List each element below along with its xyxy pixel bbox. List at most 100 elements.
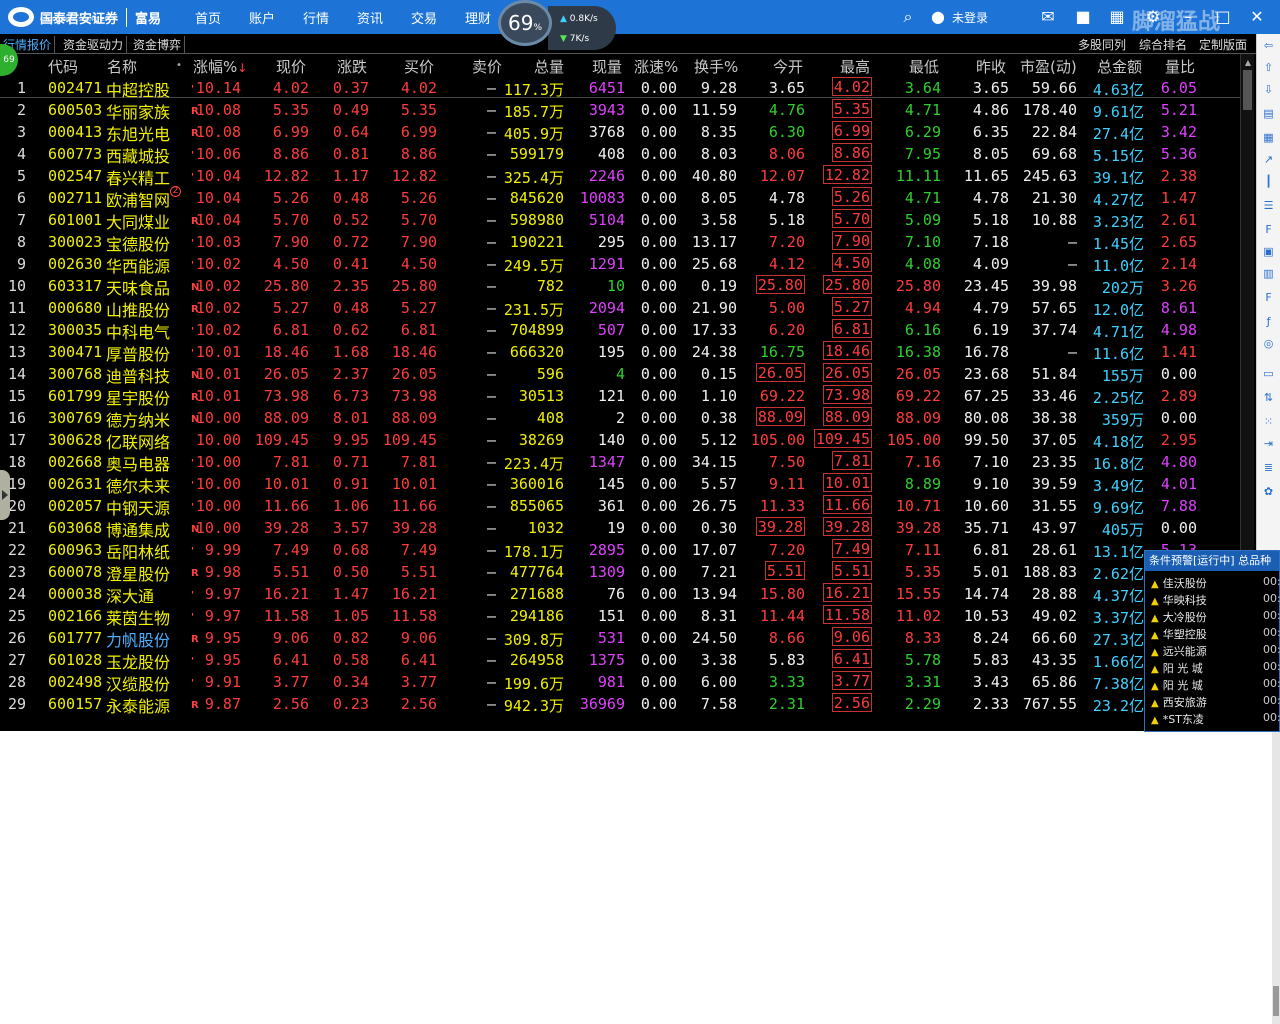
menu-wealth[interactable]: 理财 [465, 8, 491, 27]
table-row[interactable]: 10 603317 天味食品 N 10.02 25.80 2.35 25.80–782 10 0.… [0, 274, 1240, 298]
left-panel-toggle[interactable] [0, 470, 10, 520]
menu-news[interactable]: 资讯 [357, 8, 383, 27]
alert-item[interactable]: ▲ 大冷股份 00: [1151, 609, 1280, 625]
col-change-pct[interactable]: 涨幅%↓ [193, 56, 247, 77]
table-row[interactable]: 23 600078 澄星股份 R 9.98 5.51 0.50 5.51–477764 1309… [0, 560, 1240, 584]
table-row[interactable]: 2 600503 华丽家族 R 10.08 5.35 0.49 5.35–185.7万 3943… [0, 98, 1240, 122]
export-icon[interactable]: ⇥ [1260, 436, 1277, 452]
col-turnover[interactable]: 换手% [694, 56, 738, 77]
table-row[interactable]: 3 000413 东旭光电 R 10.08 6.99 0.64 6.99–405.9万 3768… [0, 120, 1240, 144]
document-icon[interactable]: ▥ [1260, 266, 1277, 282]
table-row[interactable]: 9 002630 华西能源 ' 10.02 4.50 0.41 4.50–249.5万 1291… [0, 252, 1240, 276]
col-code[interactable]: 代码 [48, 56, 78, 77]
line-chart-icon[interactable]: ↗ [1260, 152, 1277, 168]
down-arrow-icon[interactable]: ⇩ [1260, 82, 1277, 98]
search-icon[interactable]: ⌕ [898, 7, 918, 27]
table-row[interactable]: 13 300471 厚普股份 ' 10.01 18.46 1.68 18.46–666320 1… [0, 340, 1240, 364]
table-row[interactable]: 6 002711 欧浦智网 2 10.04 5.26 0.48 5.26–845620 1008… [0, 186, 1240, 210]
list-icon[interactable]: ☰ [1260, 198, 1277, 214]
alert-item[interactable]: ▲ 华映科技 00: [1151, 592, 1280, 608]
folder-icon[interactable]: ▭ [1260, 366, 1277, 382]
table-row[interactable]: 18 002668 奥马电器 ' 10.00 7.81 0.71 7.81–223.4万 134… [0, 450, 1240, 474]
table-row[interactable]: 15 601799 星宇股份 R 10.01 73.98 6.73 73.98–30513 12… [0, 384, 1240, 408]
info-icon[interactable]: ▣ [1260, 244, 1277, 260]
col-price[interactable]: 现价 [276, 56, 306, 77]
lock-icon[interactable]: ■ [1073, 7, 1093, 27]
maximize-icon[interactable]: □ [1213, 7, 1233, 27]
report-icon[interactable]: ▤ [1260, 106, 1277, 122]
minimize-icon[interactable]: – [1178, 7, 1198, 27]
table-row[interactable]: 20 002057 中钢天源 ' 10.00 11.66 1.06 11.66–855065 3… [0, 494, 1240, 518]
table-row[interactable]: 11 000680 山推股份 R 10.02 5.27 0.48 5.27–231.5万 209… [0, 296, 1240, 320]
alert-item[interactable]: ▲ 阳 光 城 00: [1151, 660, 1280, 676]
col-low[interactable]: 最低 [909, 56, 939, 77]
tab-fund-drive[interactable]: 资金驱动力 [60, 36, 128, 53]
col-cur-volume[interactable]: 现量 [592, 56, 622, 77]
table-row[interactable]: 8 300023 宝德股份 ' 10.03 7.90 0.72 7.90–190221 295 0… [0, 230, 1240, 254]
network-gauge[interactable]: 69% [498, 0, 552, 46]
table-row[interactable]: 16 300769 德方纳米 N 10.00 88.09 8.01 88.09–408 2 0.0… [0, 406, 1240, 430]
function-icon[interactable]: ƒ [1260, 314, 1277, 330]
stack-icon[interactable]: ≣ [1260, 460, 1277, 476]
table-row[interactable]: 7 601001 大同煤业 R 10.04 5.70 0.52 5.70–598980 5104… [0, 208, 1240, 232]
close-icon[interactable]: ✕ [1247, 7, 1267, 27]
table-row[interactable]: 19 002631 德尔未来 ' 10.00 10.01 0.91 10.01–360016 1… [0, 472, 1240, 496]
menu-home[interactable]: 首页 [195, 8, 221, 27]
scroll-up-icon[interactable]: ▲ [1242, 56, 1254, 70]
col-amount[interactable]: 总金额 [1097, 56, 1142, 77]
f12-icon[interactable]: F [1260, 290, 1277, 306]
mail-icon[interactable]: ✉ [1038, 7, 1058, 27]
tab-fund-game[interactable]: 资金博弈 [130, 36, 186, 53]
page-scrollbar[interactable] [1272, 730, 1280, 1024]
table-row[interactable]: 22 600963 岳阳林纸 ' 9.99 7.49 0.68 7.49–178.1万 2895… [0, 538, 1240, 562]
col-speed[interactable]: 涨速% [634, 56, 678, 77]
col-high[interactable]: 最高 [840, 56, 870, 77]
table-row[interactable]: 14 300768 迪普科技 N 10.01 26.05 2.37 26.05–596 4 0.0… [0, 362, 1240, 386]
table-row[interactable]: 27 601028 玉龙股份 ' 9.95 6.41 0.58 6.41–264958 1375… [0, 648, 1240, 672]
table-row[interactable]: 29 600157 永泰能源 R 9.87 2.56 0.23 2.56 –942.3万 3696… [0, 692, 1240, 716]
grid-dots-icon[interactable]: ⁙ [1260, 414, 1277, 430]
col-open[interactable]: 今开 [773, 56, 803, 77]
flower-icon[interactable]: ✿ [1260, 484, 1277, 500]
up-arrow-icon[interactable]: ⇧ [1260, 60, 1277, 76]
alert-item[interactable]: ▲ *ST东凌 00: [1151, 711, 1280, 727]
table-row[interactable]: 25 002166 莱茵生物 ' 9.97 11.58 1.05 11.58–294186 15… [0, 604, 1240, 628]
scroll-thumb[interactable] [1243, 70, 1252, 110]
table-row[interactable]: 12 300035 中科电气 ' 10.02 6.81 0.62 6.81–704899 507… [0, 318, 1240, 342]
alert-item[interactable]: ▲ 西安旅游 00: [1151, 694, 1280, 710]
col-bid[interactable]: 买价 [404, 56, 434, 77]
user-icon[interactable]: ● [928, 7, 948, 27]
alert-item[interactable]: ▲ 华塑控股 00: [1151, 626, 1280, 642]
tab-multi-stock[interactable]: 多股同列 [1078, 36, 1126, 53]
tab-custom-layout[interactable]: 定制版面 [1199, 36, 1247, 53]
table-row[interactable]: 4 600773 西藏城投 ' 10.06 8.86 0.81 8.86–599179 408 0… [0, 142, 1240, 166]
alert-item[interactable]: ▲ 阳 光 城 00: [1151, 677, 1280, 693]
transfer-icon[interactable]: ⇅ [1260, 390, 1277, 406]
page-scroll-thumb[interactable] [1273, 986, 1279, 1016]
table-row[interactable]: 24 000038 深大通 ' 9.97 16.21 1.47 16.21–271688 76 0… [0, 582, 1240, 606]
f10-icon[interactable]: F [1260, 222, 1277, 238]
col-prev-close[interactable]: 昨收 [976, 56, 1006, 77]
table-row[interactable]: 26 601777 力帆股份 R 9.95 9.06 0.82 9.06–309.8万 531 0… [0, 626, 1240, 650]
back-arrow-icon[interactable]: ⇦ [1260, 38, 1277, 54]
table-row[interactable]: 1 002471 中超控股 ' 10.14 4.02 0.37 4.02–117.3万 6451… [0, 76, 1240, 100]
candlestick-icon[interactable]: ┃ [1260, 174, 1277, 190]
table-icon[interactable]: ▦ [1260, 130, 1277, 146]
menu-account[interactable]: 账户 [249, 8, 275, 27]
table-row[interactable]: 17 300628 亿联网络 10.00 109.45 9.95 109.45–38269 1… [0, 428, 1240, 452]
alert-panel-title[interactable]: 条件预警[运行中] 总品种 [1145, 551, 1279, 571]
table-row[interactable]: 5 002547 春兴精工 ' 10.04 12.82 1.17 12.82–325.4万 22… [0, 164, 1240, 188]
col-change[interactable]: 涨跌 [337, 56, 367, 77]
table-row[interactable]: 21 603068 博通集成 N 10.00 39.28 3.57 39.28–1032 19 0… [0, 516, 1240, 540]
tab-ranking[interactable]: 综合排名 [1139, 36, 1187, 53]
col-volume[interactable]: 总量 [534, 56, 564, 77]
circle-icon[interactable]: ◎ [1260, 336, 1277, 352]
col-pe[interactable]: 市盈(动) [1020, 56, 1077, 77]
layout-grid-icon[interactable]: ▦ [1107, 7, 1127, 27]
alert-item[interactable]: ▲ 远兴能源 00: [1151, 643, 1280, 659]
col-volume-ratio[interactable]: 量比 [1165, 56, 1195, 77]
table-row[interactable]: 28 002498 汉缆股份 ' 9.91 3.77 0.34 3.77–199.6万 981 0… [0, 670, 1240, 694]
menu-quotes[interactable]: 行情 [303, 8, 329, 27]
col-name[interactable]: 名称 [107, 56, 137, 77]
menu-trade[interactable]: 交易 [411, 8, 437, 27]
